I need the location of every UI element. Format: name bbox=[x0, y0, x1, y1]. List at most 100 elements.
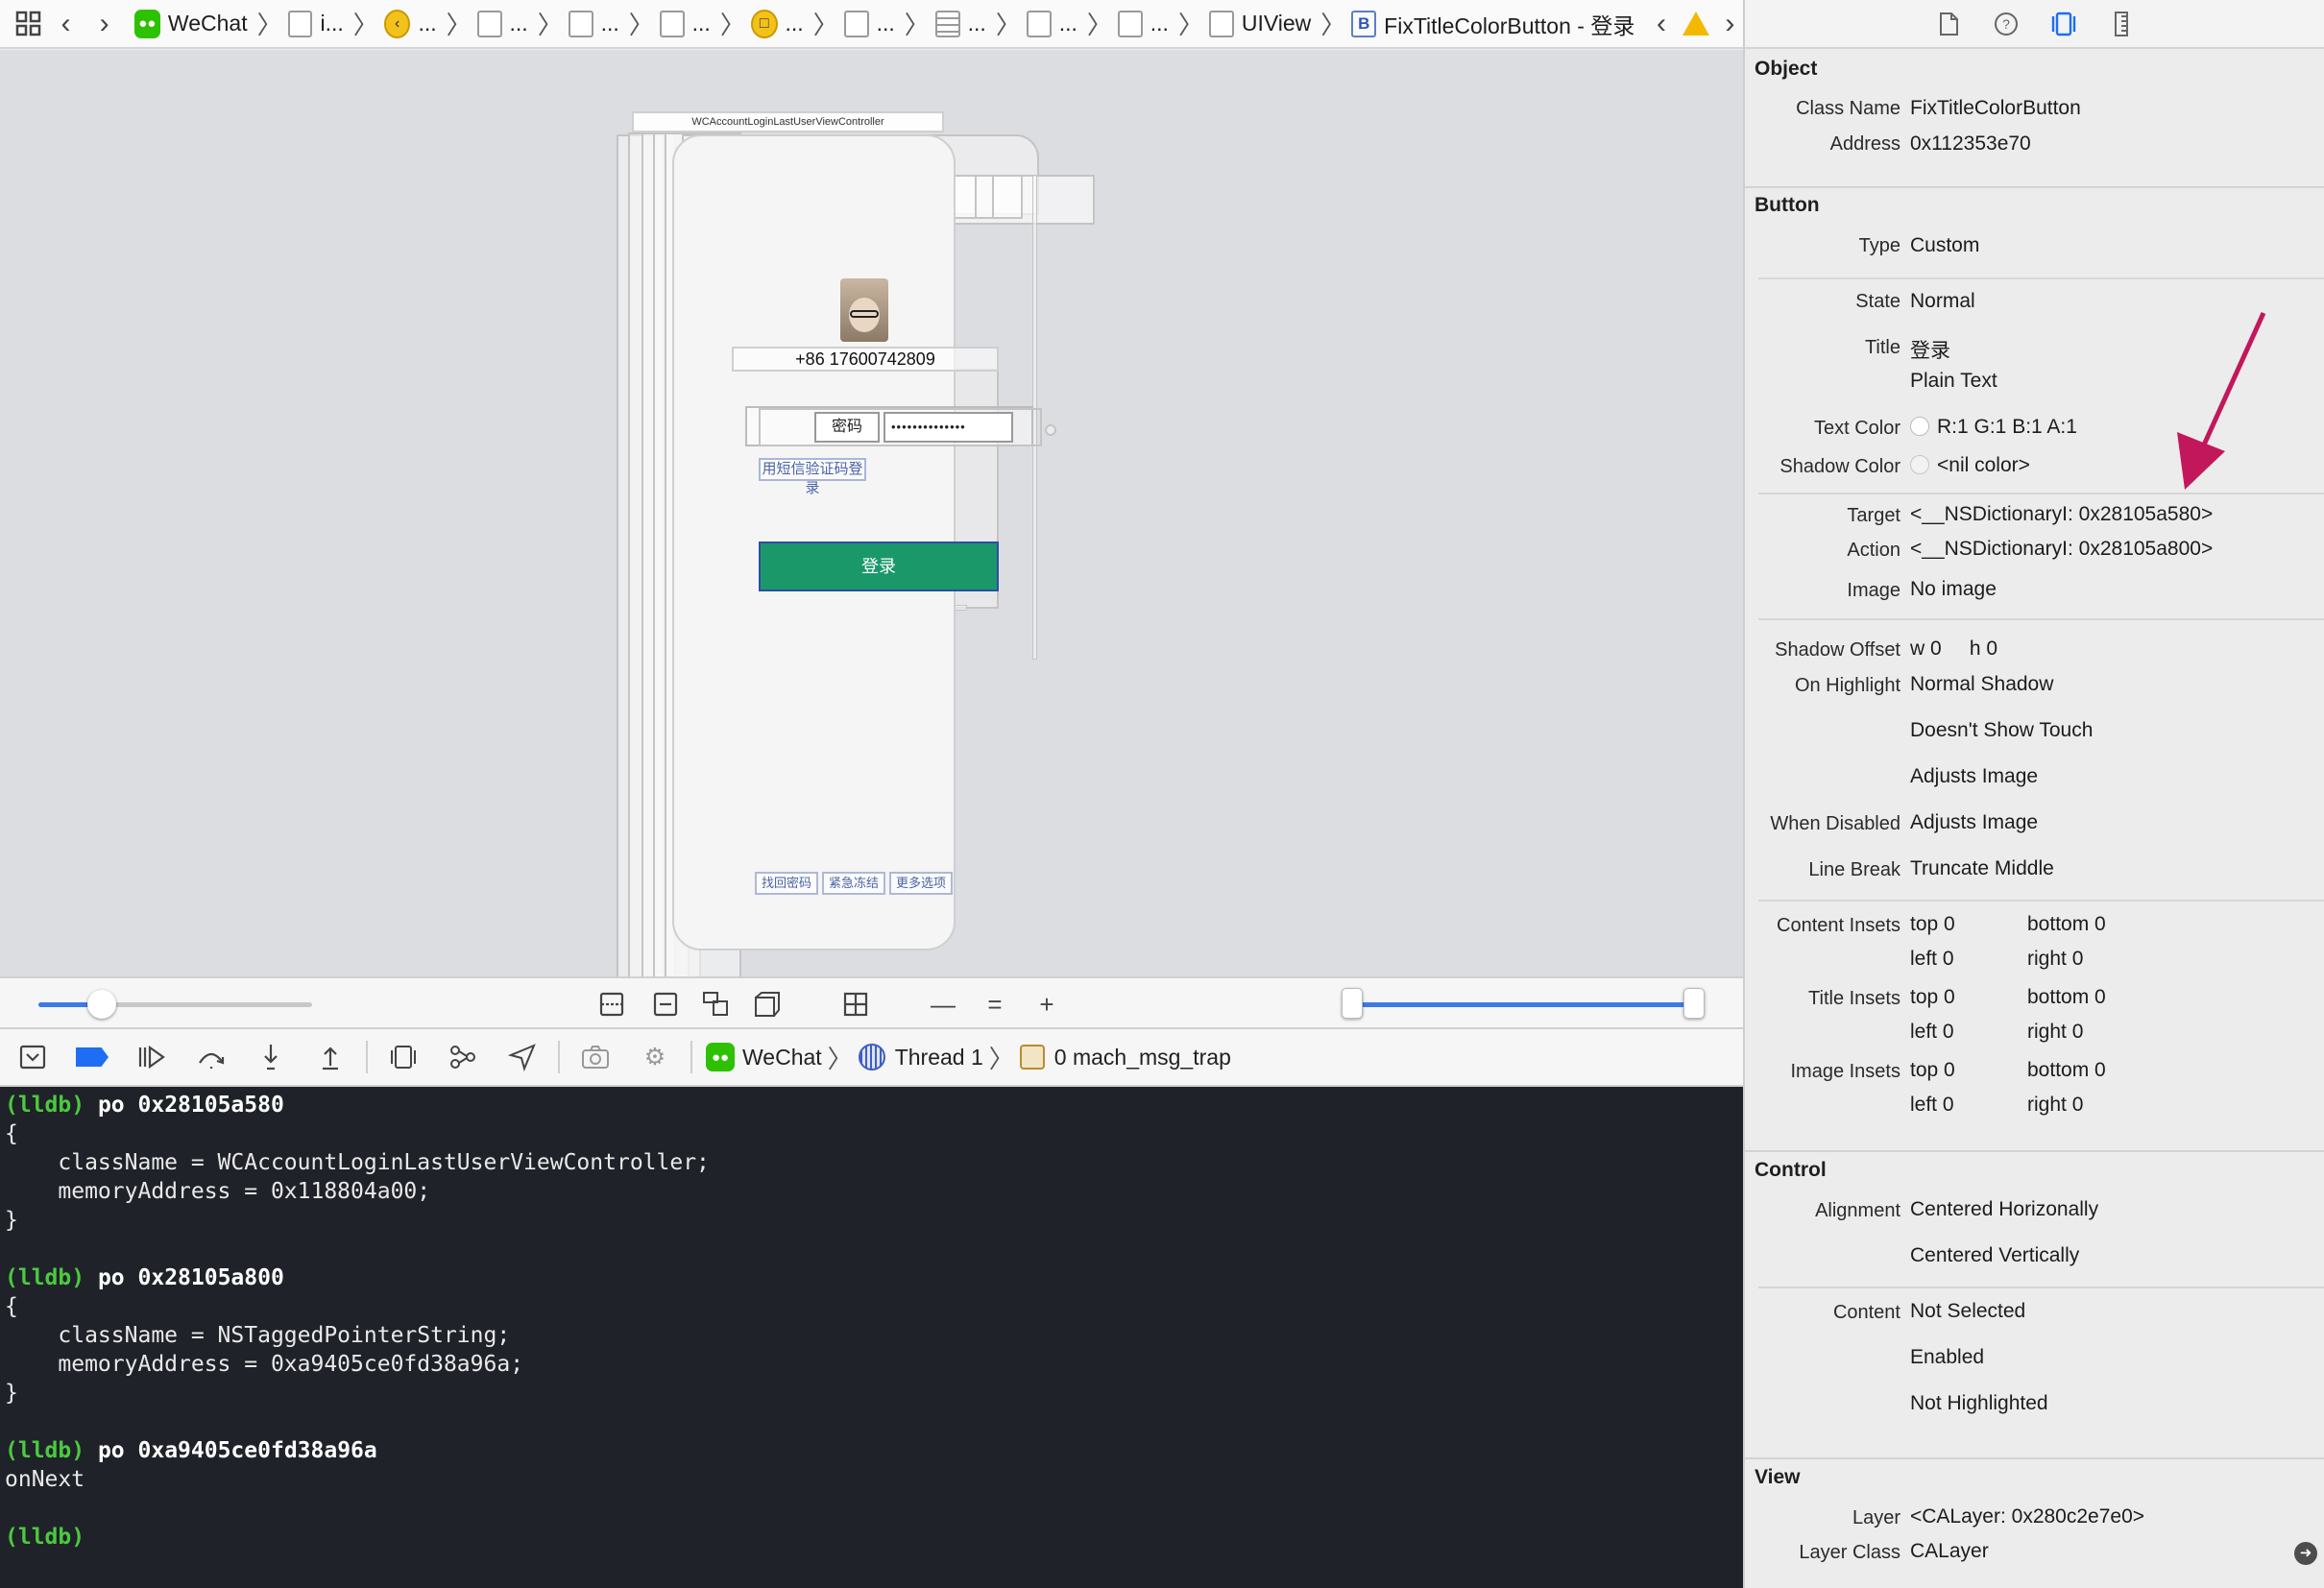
jump-segment[interactable]: ... bbox=[968, 11, 986, 36]
jump-selected-button[interactable]: FixTitleColorButton - 登录 bbox=[1384, 8, 1634, 40]
content-insets-top[interactable]: top 0 bbox=[1910, 913, 1955, 936]
grid-icon[interactable] bbox=[840, 989, 871, 1020]
environment-overrides-icon[interactable]: ⚙ bbox=[636, 1038, 674, 1076]
jump-segment[interactable]: ... bbox=[692, 11, 711, 36]
jump-segment[interactable]: ... bbox=[418, 11, 436, 36]
adjust-view-mode-icon[interactable] bbox=[700, 989, 731, 1020]
debug-process[interactable]: WeChat bbox=[742, 1045, 822, 1071]
title-insets-bottom[interactable]: bottom 0 bbox=[2027, 986, 2106, 1009]
image-insets-right[interactable]: right 0 bbox=[2027, 1094, 2083, 1117]
camera-icon[interactable] bbox=[576, 1038, 615, 1076]
content-enabled-value[interactable]: Enabled bbox=[1910, 1346, 1984, 1369]
step-out-icon[interactable] bbox=[311, 1038, 350, 1076]
previous-issue-chevron-icon[interactable]: ‹ bbox=[1648, 8, 1674, 40]
navigate-arrow-icon[interactable]: ➜ bbox=[2294, 1542, 2317, 1565]
action-value[interactable]: <__NSDictionaryI: 0x28105a800> bbox=[1910, 538, 2213, 561]
text-color-value[interactable]: R:1 G:1 B:1 A:1 bbox=[1910, 416, 2077, 439]
layer-class-value[interactable]: CALayer bbox=[1910, 1540, 1989, 1563]
title-kind-value[interactable]: Plain Text bbox=[1910, 370, 1997, 393]
zoom-reset-icon[interactable]: = bbox=[980, 989, 1010, 1020]
view-controller-title[interactable]: WCAccountLoginLastUserViewController bbox=[632, 111, 944, 132]
forward-chevron-icon[interactable]: › bbox=[85, 8, 124, 40]
password-field[interactable]: •••••••••••••• bbox=[884, 412, 1013, 443]
jump-uiview[interactable]: UIView bbox=[1242, 11, 1311, 36]
state-value[interactable]: Normal bbox=[1910, 290, 1975, 313]
show-constraints-icon[interactable] bbox=[650, 989, 681, 1020]
layer-value[interactable]: <CALayer: 0x280c2e7e0> bbox=[1910, 1505, 2144, 1528]
debug-memory-graph-icon[interactable] bbox=[444, 1038, 482, 1076]
content-insets-bottom[interactable]: bottom 0 bbox=[2027, 913, 2106, 936]
spacing-slider-knob[interactable] bbox=[87, 990, 116, 1019]
jump-segment[interactable]: ... bbox=[786, 11, 804, 36]
more-options-link[interactable]: 更多选项 bbox=[889, 872, 954, 895]
alignment-horizontal-value[interactable]: Centered Horizonally bbox=[1910, 1198, 2098, 1221]
jump-segment[interactable]: ... bbox=[877, 11, 895, 36]
file-inspector-icon[interactable] bbox=[1932, 8, 1965, 40]
hierarchy-layer[interactable] bbox=[975, 175, 994, 219]
emergency-freeze-link[interactable]: 紧急冻结 bbox=[822, 872, 886, 895]
shadow-offset-value[interactable]: w 0 h 0 bbox=[1910, 638, 1997, 661]
image-insets-left[interactable]: left 0 bbox=[1910, 1094, 1954, 1117]
back-chevron-icon[interactable]: ‹ bbox=[46, 8, 85, 40]
size-inspector-icon[interactable] bbox=[2105, 8, 2138, 40]
lldb-console[interactable]: (lldb) po 0x28105a580 { className = WCAc… bbox=[0, 1087, 1743, 1588]
title-insets-left[interactable]: left 0 bbox=[1910, 1021, 1954, 1044]
avatar[interactable] bbox=[840, 278, 888, 342]
jump-segment-i[interactable]: i... bbox=[320, 11, 343, 36]
target-value[interactable]: <__NSDictionaryI: 0x28105a580> bbox=[1910, 503, 2213, 526]
help-inspector-icon[interactable]: ? bbox=[1990, 8, 2022, 40]
find-password-link[interactable]: 找回密码 bbox=[755, 872, 819, 895]
alignment-vertical-value[interactable]: Centered Vertically bbox=[1910, 1244, 2079, 1267]
hide-debug-area-icon[interactable] bbox=[13, 1038, 52, 1076]
on-highlight-value[interactable]: Normal Shadow bbox=[1910, 673, 2053, 696]
jump-segment[interactable]: ... bbox=[1059, 11, 1077, 36]
debug-view-hierarchy-icon[interactable] bbox=[384, 1038, 423, 1076]
show-clipped-content-icon[interactable] bbox=[596, 989, 627, 1020]
zoom-out-icon[interactable]: — bbox=[928, 989, 958, 1020]
touch-value[interactable]: Doesn't Show Touch bbox=[1910, 719, 2093, 742]
content-highlighted-value[interactable]: Not Highlighted bbox=[1910, 1392, 2048, 1415]
address-value[interactable]: 0x112353e70 bbox=[1910, 132, 2031, 156]
title-value[interactable]: 登录 bbox=[1910, 335, 1950, 364]
login-button[interactable]: 登录 bbox=[759, 541, 999, 591]
jump-segment[interactable]: ... bbox=[510, 11, 528, 36]
when-disabled-value[interactable]: Adjusts Image bbox=[1910, 811, 2038, 834]
sms-login-link[interactable]: 用短信验证码登录 bbox=[759, 458, 866, 496]
content-selected-value[interactable]: Not Selected bbox=[1910, 1300, 2025, 1323]
title-insets-top[interactable]: top 0 bbox=[1910, 986, 1955, 1009]
class-name-value[interactable]: FixTitleColorButton bbox=[1910, 97, 2081, 120]
next-issue-chevron-icon[interactable]: › bbox=[1717, 8, 1743, 40]
debug-frame[interactable]: 0 mach_msg_trap bbox=[1054, 1045, 1231, 1071]
shadow-color-value[interactable]: <nil color> bbox=[1910, 454, 2030, 477]
view-hierarchy-canvas[interactable]: WCAccountLoginLastUserViewController +86… bbox=[0, 50, 1743, 997]
debug-thread[interactable]: Thread 1 bbox=[895, 1045, 983, 1071]
image-insets-top[interactable]: top 0 bbox=[1910, 1059, 1955, 1082]
phone-number-label[interactable]: +86 17600742809 bbox=[732, 347, 999, 372]
hierarchy-layer[interactable] bbox=[1045, 424, 1056, 436]
layer-label: Layer bbox=[1852, 1507, 1900, 1528]
breakpoints-icon[interactable] bbox=[73, 1038, 111, 1076]
range-slider-left-handle[interactable] bbox=[1342, 988, 1363, 1019]
content-insets-left[interactable]: left 0 bbox=[1910, 948, 1954, 971]
adjusts-image-value[interactable]: Adjusts Image bbox=[1910, 765, 2038, 788]
image-value[interactable]: No image bbox=[1910, 578, 1997, 601]
image-insets-bottom[interactable]: bottom 0 bbox=[2027, 1059, 2106, 1082]
zoom-in-icon[interactable]: + bbox=[1031, 989, 1062, 1020]
range-slider-right-handle[interactable] bbox=[1683, 988, 1705, 1019]
related-items-grid-icon[interactable] bbox=[12, 11, 46, 37]
step-over-icon[interactable] bbox=[192, 1038, 230, 1076]
type-value[interactable]: Custom bbox=[1910, 234, 1979, 257]
object-inspector-icon[interactable] bbox=[2047, 8, 2080, 40]
step-into-icon[interactable] bbox=[252, 1038, 290, 1076]
jump-segment[interactable]: ... bbox=[601, 11, 619, 36]
jump-wechat[interactable]: WeChat bbox=[168, 11, 248, 36]
line-break-value[interactable]: Truncate Middle bbox=[1910, 857, 2054, 880]
jump-segment[interactable]: ... bbox=[1150, 11, 1169, 36]
simulate-location-icon[interactable] bbox=[503, 1038, 542, 1076]
title-insets-right[interactable]: right 0 bbox=[2027, 1021, 2083, 1044]
content-insets-right[interactable]: right 0 bbox=[2027, 948, 2083, 971]
orient-3d-icon[interactable] bbox=[752, 989, 783, 1020]
warning-icon[interactable] bbox=[1682, 12, 1709, 36]
continue-icon[interactable] bbox=[133, 1038, 171, 1076]
password-label[interactable]: 密码 bbox=[814, 412, 880, 443]
